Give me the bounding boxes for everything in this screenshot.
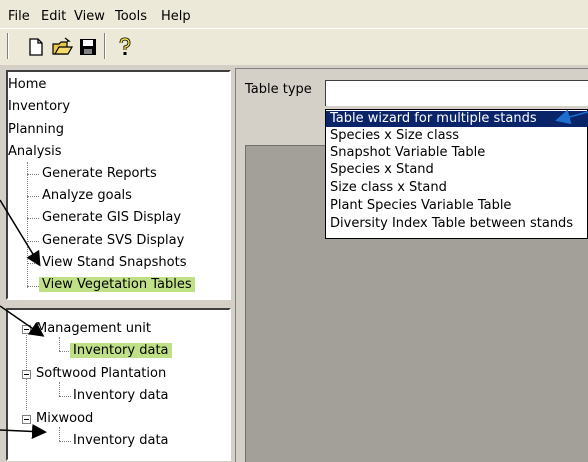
annotation-arrow xyxy=(555,109,588,125)
annotation-arrow xyxy=(0,305,45,337)
annotation-arrow xyxy=(0,199,41,267)
annotation-arrows xyxy=(0,109,588,439)
annotation-arrow xyxy=(0,423,47,439)
